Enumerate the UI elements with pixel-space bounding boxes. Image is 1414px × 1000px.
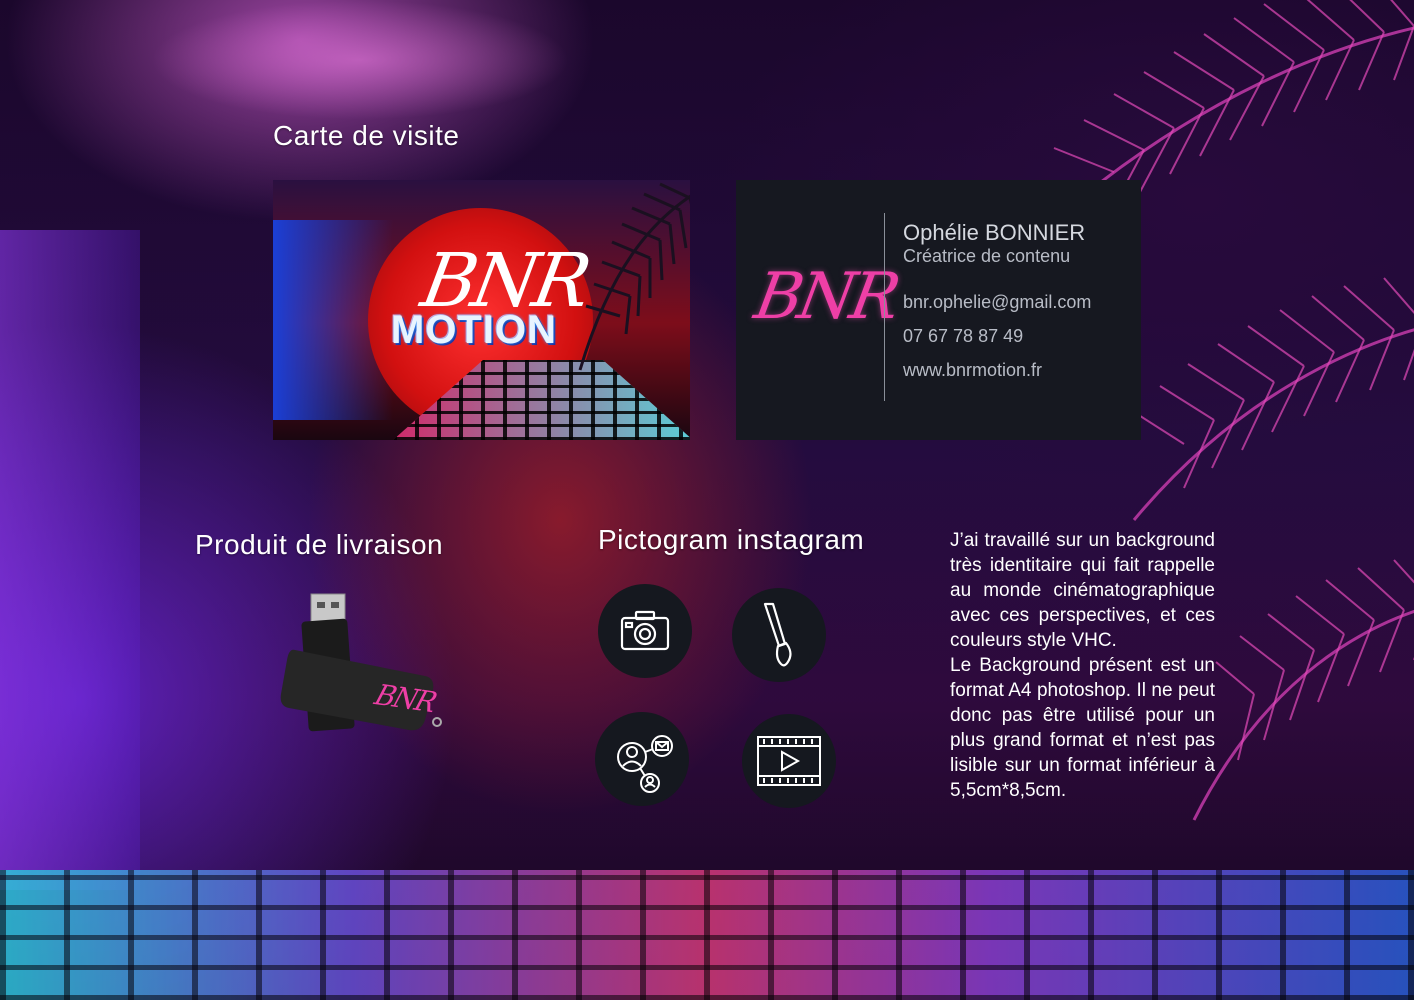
- pictogram-brush: [732, 588, 826, 682]
- pictogram-camera: [598, 584, 692, 678]
- camera-icon: [620, 610, 670, 651]
- film-play-icon: [757, 736, 821, 786]
- business-card-front: BNR MOTION: [273, 180, 690, 440]
- delivery-product-title: Produit de livraison: [195, 529, 444, 560]
- background-artwork: [0, 0, 1414, 1000]
- business-card-title: Carte de visite: [273, 120, 460, 151]
- paintbrush-icon: [763, 602, 792, 667]
- pictogram-network: [595, 712, 689, 806]
- motion-logo-word: MOTION: [391, 308, 557, 352]
- business-card-back: BNR Ophélie BONNIER Créatrice de contenu…: [736, 180, 1141, 440]
- description-paragraph-1: J’ai travaillé sur un background très id…: [950, 530, 1215, 651]
- pictogram-title: Pictogram instagram: [598, 524, 865, 555]
- usb-drive-product: BNR: [275, 590, 455, 740]
- card-phone: 07 67 78 87 49: [903, 326, 1024, 346]
- pictogram-film: [742, 714, 836, 808]
- description-text: J’ai travaillé sur un background très id…: [950, 528, 1215, 803]
- description-paragraph-2: Le Background présent est un format A4 p…: [950, 655, 1215, 801]
- card-role: Créatrice de contenu: [903, 246, 1071, 266]
- network-contacts-icon: [617, 735, 673, 793]
- card-website: www.bnrmotion.fr: [903, 360, 1043, 380]
- pink-glow: [150, 0, 570, 120]
- bnr-logo-pink: BNR: [749, 260, 902, 334]
- violet-panel: [0, 230, 140, 890]
- card-email: bnr.ophelie@gmail.com: [903, 292, 1092, 312]
- card-divider: [884, 213, 885, 401]
- card-info: Ophélie BONNIER Créatrice de contenu bnr…: [903, 220, 1091, 380]
- card-name: Ophélie BONNIER: [903, 220, 1086, 245]
